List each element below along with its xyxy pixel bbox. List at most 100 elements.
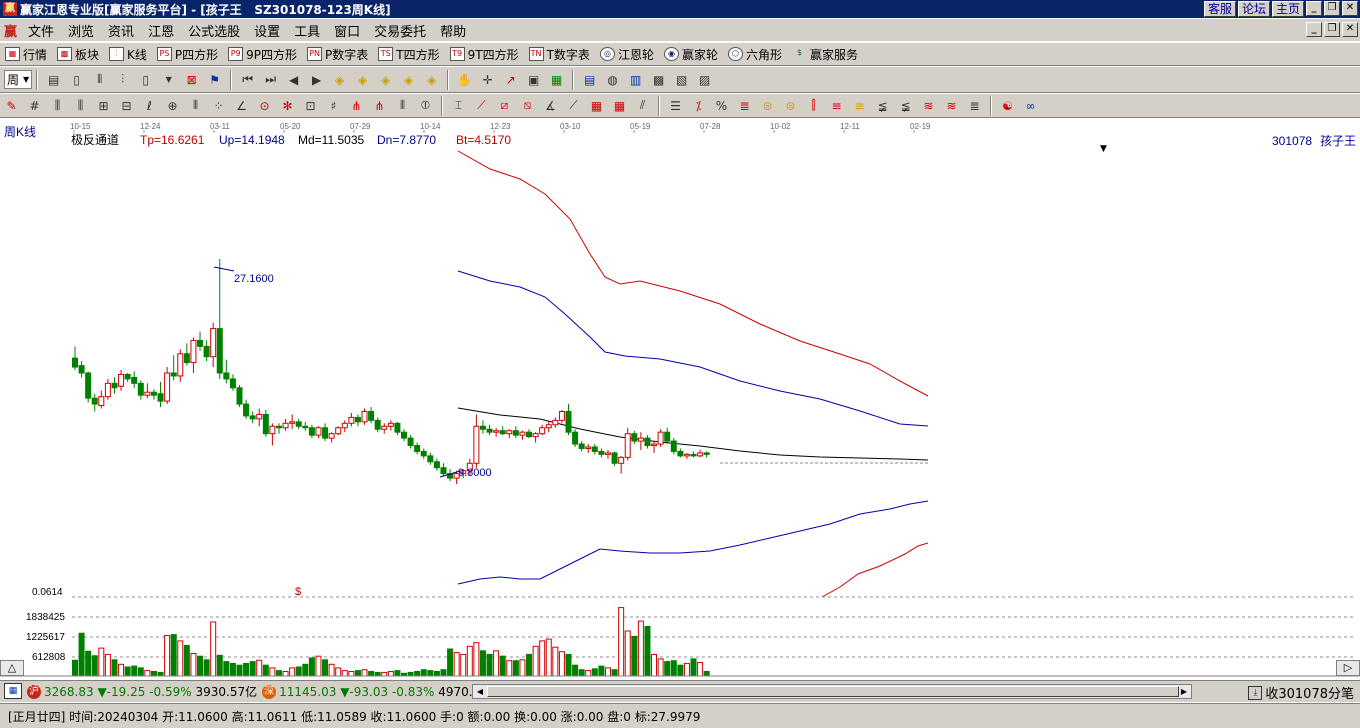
pattern-icon[interactable]: ▤ <box>44 70 63 89</box>
channel-alt-icon[interactable]: ≋ <box>942 96 961 115</box>
menu-news[interactable]: 资讯 <box>101 21 141 40</box>
cross-chart-icon[interactable]: ⊠ <box>182 70 201 89</box>
menu-tools[interactable]: 工具 <box>287 21 327 40</box>
func-kline[interactable]: ⫶ K线 <box>109 46 147 63</box>
child-close-icon[interactable]: ✕ <box>1342 22 1358 37</box>
menu-window[interactable]: 窗口 <box>327 21 367 40</box>
list-icon[interactable]: ☰ <box>666 96 685 115</box>
first-page-icon[interactable]: ⏮ <box>238 70 257 89</box>
angle-line-icon[interactable]: ∡ <box>541 96 560 115</box>
doc-icon[interactable]: ▯ <box>67 70 86 89</box>
star-icon[interactable]: ✻ <box>278 96 297 115</box>
func-9p-square[interactable]: P9 9P四方形 <box>228 46 297 63</box>
hand-icon[interactable]: ✋ <box>455 70 474 89</box>
grid-lines-icon[interactable]: # <box>25 96 44 115</box>
chart-select-icon[interactable]: ▦ <box>547 70 566 89</box>
func-t-number[interactable]: TN T数字表 <box>528 46 590 63</box>
func-p-number[interactable]: PN P数字表 <box>307 46 368 63</box>
calendar-icon[interactable]: ▤ <box>580 70 599 89</box>
func-winner-wheel[interactable]: ◉ 赢家轮 <box>663 46 718 63</box>
box-cross-icon[interactable]: ⧅ <box>518 96 537 115</box>
restore-icon[interactable]: ❐ <box>1324 1 1340 16</box>
channel-icon[interactable]: ≋ <box>919 96 938 115</box>
menu-browse[interactable]: 浏览 <box>61 21 101 40</box>
last-page-icon[interactable]: ⏭ <box>261 70 280 89</box>
index-list-icon[interactable]: ▦ <box>4 683 22 699</box>
ruler-icon[interactable]: ≣ <box>965 96 984 115</box>
menu-gann[interactable]: 江恩 <box>141 21 181 40</box>
fan-lines-icon[interactable]: ≨ <box>873 96 892 115</box>
table-icon[interactable]: ▦ <box>587 96 606 115</box>
angle-icon[interactable]: ∠ <box>232 96 251 115</box>
ladder-icon[interactable]: ⊞ <box>94 96 113 115</box>
box-icon[interactable]: ⊡ <box>301 96 320 115</box>
forum-link[interactable]: 论坛 <box>1237 1 1270 17</box>
func-p-square[interactable]: PS P四方形 <box>156 46 218 63</box>
child-minimize-icon[interactable]: _ <box>1306 22 1322 37</box>
fan-alt-icon[interactable]: ⫼ <box>71 96 90 115</box>
period-select[interactable]: 周 ▼ <box>4 70 33 89</box>
child-restore-icon[interactable]: ❐ <box>1324 22 1340 37</box>
customer-service-link[interactable]: 客服 <box>1203 1 1236 17</box>
menu-help[interactable]: 帮助 <box>433 21 473 40</box>
scatter-icon[interactable]: ⁘ <box>209 96 228 115</box>
func-gann-wheel[interactable]: ◎ 江恩轮 <box>599 46 654 63</box>
func-winner-service[interactable]: $ 赢家服务 <box>792 46 858 63</box>
percent-icon[interactable]: % <box>712 96 731 115</box>
table-alt-icon[interactable]: ▦ <box>610 96 629 115</box>
horizontal-scrollbar[interactable]: ◀ ▶ <box>472 684 1192 699</box>
prev-icon[interactable]: ◀ <box>284 70 303 89</box>
brush-icon[interactable]: ℓ <box>140 96 159 115</box>
menu-trade[interactable]: 交易委托 <box>367 21 433 40</box>
flag-icon[interactable]: ⚑ <box>205 70 224 89</box>
scroll-right-icon[interactable]: ▶ <box>1177 685 1191 698</box>
save-icon[interactable]: ▩ <box>649 70 668 89</box>
homepage-link[interactable]: 主页 <box>1271 1 1304 17</box>
fibonacci-icon[interactable]: ≣ <box>735 96 754 115</box>
menu-formula-screen[interactable]: 公式选股 <box>181 21 247 40</box>
next-icon[interactable]: ▶ <box>307 70 326 89</box>
fib-arc-icon[interactable]: ⊜ <box>781 96 800 115</box>
fan-icon[interactable]: ⫼ <box>48 96 67 115</box>
tick-collect-button[interactable]: ⤓ 收301078分笔 <box>1248 683 1354 702</box>
bars-grid-icon[interactable]: ⦀ <box>186 96 205 115</box>
fan-lines-alt-icon[interactable]: ≨ <box>896 96 915 115</box>
bracket-icon[interactable]: ⌶ <box>449 96 468 115</box>
func-sectors[interactable]: ▩ 板块 <box>57 46 99 63</box>
ladder-alt-icon[interactable]: ⊟ <box>117 96 136 115</box>
print-icon[interactable]: ▧ <box>672 70 691 89</box>
yin-yang-icon[interactable]: ☯ <box>998 96 1017 115</box>
dropdown-arrow-icon[interactable]: ▼ <box>159 70 178 89</box>
hash-icon[interactable]: ♯ <box>324 96 343 115</box>
speed-icon[interactable]: ⟋ <box>472 96 491 115</box>
pen-icon[interactable]: ✎ <box>2 96 21 115</box>
minimize-icon[interactable]: _ <box>1306 1 1322 16</box>
sz-index-segment[interactable]: 深 11145.03 ▼-93.03 -0.83% 4970.2 <box>259 684 480 699</box>
func-t-square[interactable]: TS T四方形 <box>378 46 440 63</box>
scroll-left-icon[interactable]: ◀ <box>473 685 487 698</box>
infinity-icon[interactable]: ∞ <box>1021 96 1040 115</box>
zoom-diamond-3-icon[interactable]: ◈ <box>376 70 395 89</box>
level-icon[interactable]: ≡ <box>827 96 846 115</box>
func-hexagon[interactable]: ⬡ 六角形 <box>727 46 782 63</box>
menu-file[interactable]: 文件 <box>21 21 61 40</box>
parallel-icon[interactable]: ⫽ <box>633 96 652 115</box>
fib-time-icon[interactable]: ⫿ <box>804 96 823 115</box>
percent-line-icon[interactable]: ⁒ <box>689 96 708 115</box>
sh-index-segment[interactable]: 沪 3268.83 ▼-19.25 -0.59% 3930.57亿 <box>24 683 257 700</box>
zoom-diamond-2-icon[interactable]: ◈ <box>353 70 372 89</box>
trend-line-icon[interactable]: ⟋ <box>564 96 583 115</box>
crosshair-icon[interactable]: ✛ <box>478 70 497 89</box>
cycle-icon[interactable]: ⦶ <box>416 96 435 115</box>
chart-dropdown-icon[interactable]: ▼ <box>1100 144 1107 154</box>
truck-icon[interactable]: ▨ <box>695 70 714 89</box>
columns-icon[interactable]: ⦀ <box>393 96 412 115</box>
screen-icon[interactable]: ▣ <box>524 70 543 89</box>
circle-grid-icon[interactable]: ⊕ <box>163 96 182 115</box>
menu-logo-icon[interactable]: 赢 <box>0 21 21 40</box>
panel-right-icon[interactable]: ▷ <box>1336 660 1360 676</box>
func-quotes[interactable]: ▦ 行情 <box>5 46 47 63</box>
zoom-diamond-1-icon[interactable]: ◈ <box>330 70 349 89</box>
func-9t-square[interactable]: T9 9T四方形 <box>449 46 519 63</box>
chart-panel[interactable]: 10-15 12-24 03-11 05-20 07-29 10-14 12-23 03-10… <box>0 119 1360 677</box>
